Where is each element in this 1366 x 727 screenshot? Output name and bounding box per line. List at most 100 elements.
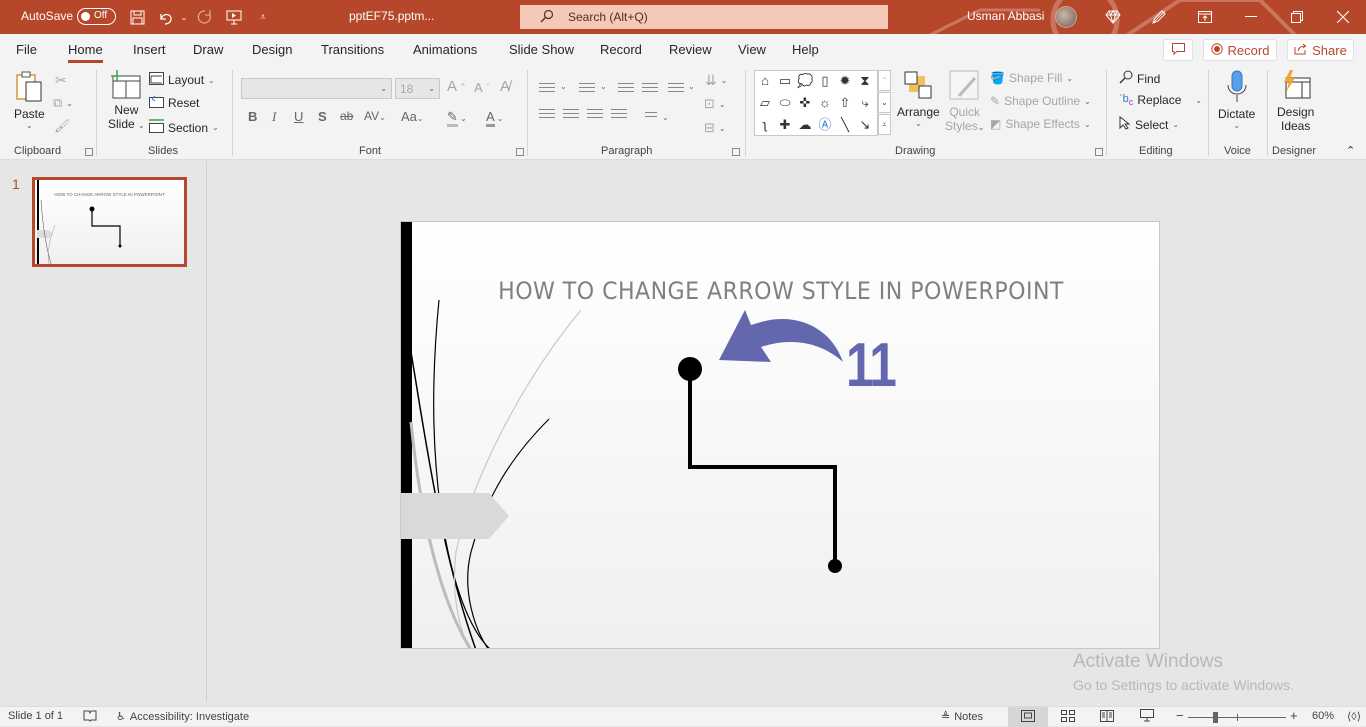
new-slide-button[interactable]: New Slide ⌄ bbox=[108, 70, 145, 131]
tab-animations[interactable]: Animations bbox=[413, 42, 477, 57]
numbering-button[interactable] bbox=[579, 80, 595, 95]
align-right-button[interactable] bbox=[587, 106, 603, 121]
user-name[interactable]: Usman Abbasi bbox=[967, 9, 1044, 23]
tab-record[interactable]: Record bbox=[600, 42, 642, 57]
shape-arrow-line-icon[interactable]: ↘ bbox=[857, 117, 873, 133]
record-button[interactable]: Record bbox=[1203, 39, 1277, 61]
section-button[interactable]: Section ⌄ bbox=[149, 119, 219, 136]
select-button[interactable]: Select ⌄ bbox=[1119, 115, 1179, 133]
tab-design[interactable]: Design bbox=[252, 42, 292, 57]
replace-button[interactable]: ʿbc Replace ⌄ bbox=[1119, 93, 1202, 107]
share-button[interactable]: Share bbox=[1287, 39, 1354, 61]
tab-insert[interactable]: Insert bbox=[133, 42, 166, 57]
fit-slide-icon[interactable]: ⟨◊⟩ bbox=[1347, 710, 1361, 723]
shape-sun-icon[interactable]: ☼ bbox=[817, 95, 833, 111]
present-icon[interactable] bbox=[225, 8, 243, 26]
shape-plus-icon[interactable]: ✚ bbox=[777, 117, 793, 133]
slide-canvas[interactable]: HOW TO CHANGE ARROW STYLE IN POWERPOINT … bbox=[400, 221, 1160, 649]
shape-textbox-icon[interactable]: Ⓐ bbox=[817, 117, 833, 133]
reading-view-button[interactable] bbox=[1087, 707, 1127, 727]
shape-snip-rect-icon[interactable]: ⬭ bbox=[777, 95, 793, 111]
zoom-out-button[interactable]: − bbox=[1176, 708, 1184, 723]
cut-icon[interactable]: ✂ bbox=[55, 72, 67, 89]
line-spacing-dropdown-icon[interactable]: ⌄ bbox=[688, 82, 695, 91]
zoom-in-button[interactable]: + bbox=[1290, 708, 1298, 723]
shape-parallelogram-icon[interactable]: ▱ bbox=[757, 95, 773, 111]
paragraph-launcher-icon[interactable] bbox=[732, 148, 740, 156]
shape-elbow-connector-icon[interactable]: ⤷ bbox=[857, 95, 873, 111]
shape-up-arrow-icon[interactable]: ⇧ bbox=[837, 95, 853, 111]
gallery-scroll-down[interactable]: ⌄ bbox=[878, 92, 891, 113]
bullets-dropdown-icon[interactable]: ⌄ bbox=[560, 82, 567, 91]
collapse-ribbon-icon[interactable]: ⌃ bbox=[1346, 144, 1355, 157]
tab-home[interactable]: Home bbox=[68, 42, 103, 63]
slide-show-view-button[interactable] bbox=[1127, 707, 1167, 727]
shape-fill-button[interactable]: 🪣 Shape Fill ⌄ bbox=[990, 71, 1073, 85]
decrease-indent-button[interactable] bbox=[618, 80, 634, 95]
drawing-launcher-icon[interactable] bbox=[1095, 148, 1103, 156]
shape-house-icon[interactable]: ⌂ bbox=[757, 73, 773, 89]
restore-icon[interactable] bbox=[1288, 8, 1306, 26]
tab-view[interactable]: View bbox=[738, 42, 766, 57]
font-size-combo[interactable]: 18 ⌄ bbox=[395, 78, 440, 99]
align-left-button[interactable] bbox=[539, 106, 555, 121]
shape-line-icon[interactable]: ╲ bbox=[837, 117, 853, 133]
increase-indent-button[interactable] bbox=[642, 80, 658, 95]
tab-help[interactable]: Help bbox=[792, 42, 819, 57]
align-text-icon[interactable]: ⊡ ⌄ bbox=[704, 96, 726, 112]
avatar[interactable] bbox=[1055, 6, 1077, 28]
gallery-scroll-up[interactable]: ⌃ bbox=[878, 70, 891, 91]
highlight-color-button[interactable]: ✎ ⌄ bbox=[447, 109, 467, 127]
search-input[interactable]: Search (Alt+Q) bbox=[520, 5, 888, 29]
shape-thought-bubble-icon[interactable]: 💭 bbox=[797, 73, 813, 89]
tab-review[interactable]: Review bbox=[669, 42, 712, 57]
autosave-toggle[interactable]: Off bbox=[77, 8, 116, 25]
columns-button[interactable] bbox=[645, 109, 657, 120]
font-size-dropdown-icon[interactable]: ⌄ bbox=[428, 84, 435, 93]
shape-hourglass-icon[interactable]: ⧗ bbox=[857, 73, 873, 89]
tab-draw[interactable]: Draw bbox=[193, 42, 223, 57]
bold-button[interactable]: B bbox=[248, 109, 257, 124]
shape-effects-button[interactable]: ◩ Shape Effects ⌄ bbox=[990, 117, 1091, 131]
arrange-button[interactable]: Arrange ⌄ bbox=[897, 70, 940, 128]
shape-cloud-icon[interactable]: ☁ bbox=[797, 117, 813, 133]
gallery-more[interactable]: ⩡ bbox=[878, 114, 891, 135]
ribbon-display-icon[interactable] bbox=[1196, 8, 1214, 26]
copy-icon[interactable]: ⧉ ⌄ bbox=[53, 95, 73, 111]
text-shadow-button[interactable]: S bbox=[318, 109, 327, 124]
underline-button[interactable]: U bbox=[294, 109, 303, 124]
strikethrough-button[interactable]: ab bbox=[340, 109, 353, 123]
tab-file[interactable]: File bbox=[16, 42, 37, 57]
line-spacing-button[interactable] bbox=[668, 80, 684, 95]
spellcheck-icon[interactable] bbox=[83, 710, 97, 722]
shape-explosion-icon[interactable]: ✹ bbox=[837, 73, 853, 89]
customize-qat-icon[interactable]: ⩡ bbox=[254, 8, 272, 26]
italic-button[interactable]: I bbox=[272, 109, 276, 125]
slide-sorter-view-button[interactable] bbox=[1048, 707, 1088, 727]
tab-slide-show[interactable]: Slide Show bbox=[509, 42, 574, 57]
format-painter-icon[interactable]: 🖌 bbox=[54, 118, 71, 134]
bullets-button[interactable] bbox=[539, 80, 555, 95]
align-center-button[interactable] bbox=[563, 106, 579, 121]
change-case-button[interactable]: Aa⌄ bbox=[401, 109, 424, 124]
font-name-dropdown-icon[interactable]: ⌄ bbox=[380, 84, 387, 93]
numbering-dropdown-icon[interactable]: ⌄ bbox=[600, 82, 607, 91]
zoom-slider-thumb[interactable] bbox=[1213, 712, 1219, 723]
shape-curve-icon[interactable]: ʅ bbox=[757, 117, 773, 133]
font-launcher-icon[interactable] bbox=[516, 148, 524, 156]
shape-outline-button[interactable]: ✎ Shape Outline ⌄ bbox=[990, 94, 1091, 108]
slide-thumbnail[interactable]: HOW TO CHANGE ARROW STYLE IN POWERPOINT bbox=[32, 177, 187, 267]
shape-scroll-icon[interactable]: ▯ bbox=[817, 73, 833, 89]
notes-button[interactable]: ≜ Notes bbox=[941, 710, 983, 724]
find-button[interactable]: Find bbox=[1119, 70, 1160, 87]
redo-icon[interactable] bbox=[196, 8, 214, 26]
character-spacing-button[interactable]: AV⌄ bbox=[364, 109, 386, 123]
text-direction-icon[interactable]: ⇊ ⌄ bbox=[705, 72, 727, 89]
layout-button[interactable]: Layout ⌄ bbox=[149, 72, 215, 88]
undo-dropdown-icon[interactable]: ⌄ bbox=[175, 8, 193, 26]
shape-cross-icon[interactable]: ✜ bbox=[797, 95, 813, 111]
clear-formatting-icon[interactable]: A̸ bbox=[500, 78, 510, 95]
justify-button[interactable] bbox=[611, 106, 627, 121]
dictate-button[interactable]: Dictate ⌄ bbox=[1218, 70, 1255, 130]
reset-button[interactable]: Reset bbox=[149, 95, 199, 111]
